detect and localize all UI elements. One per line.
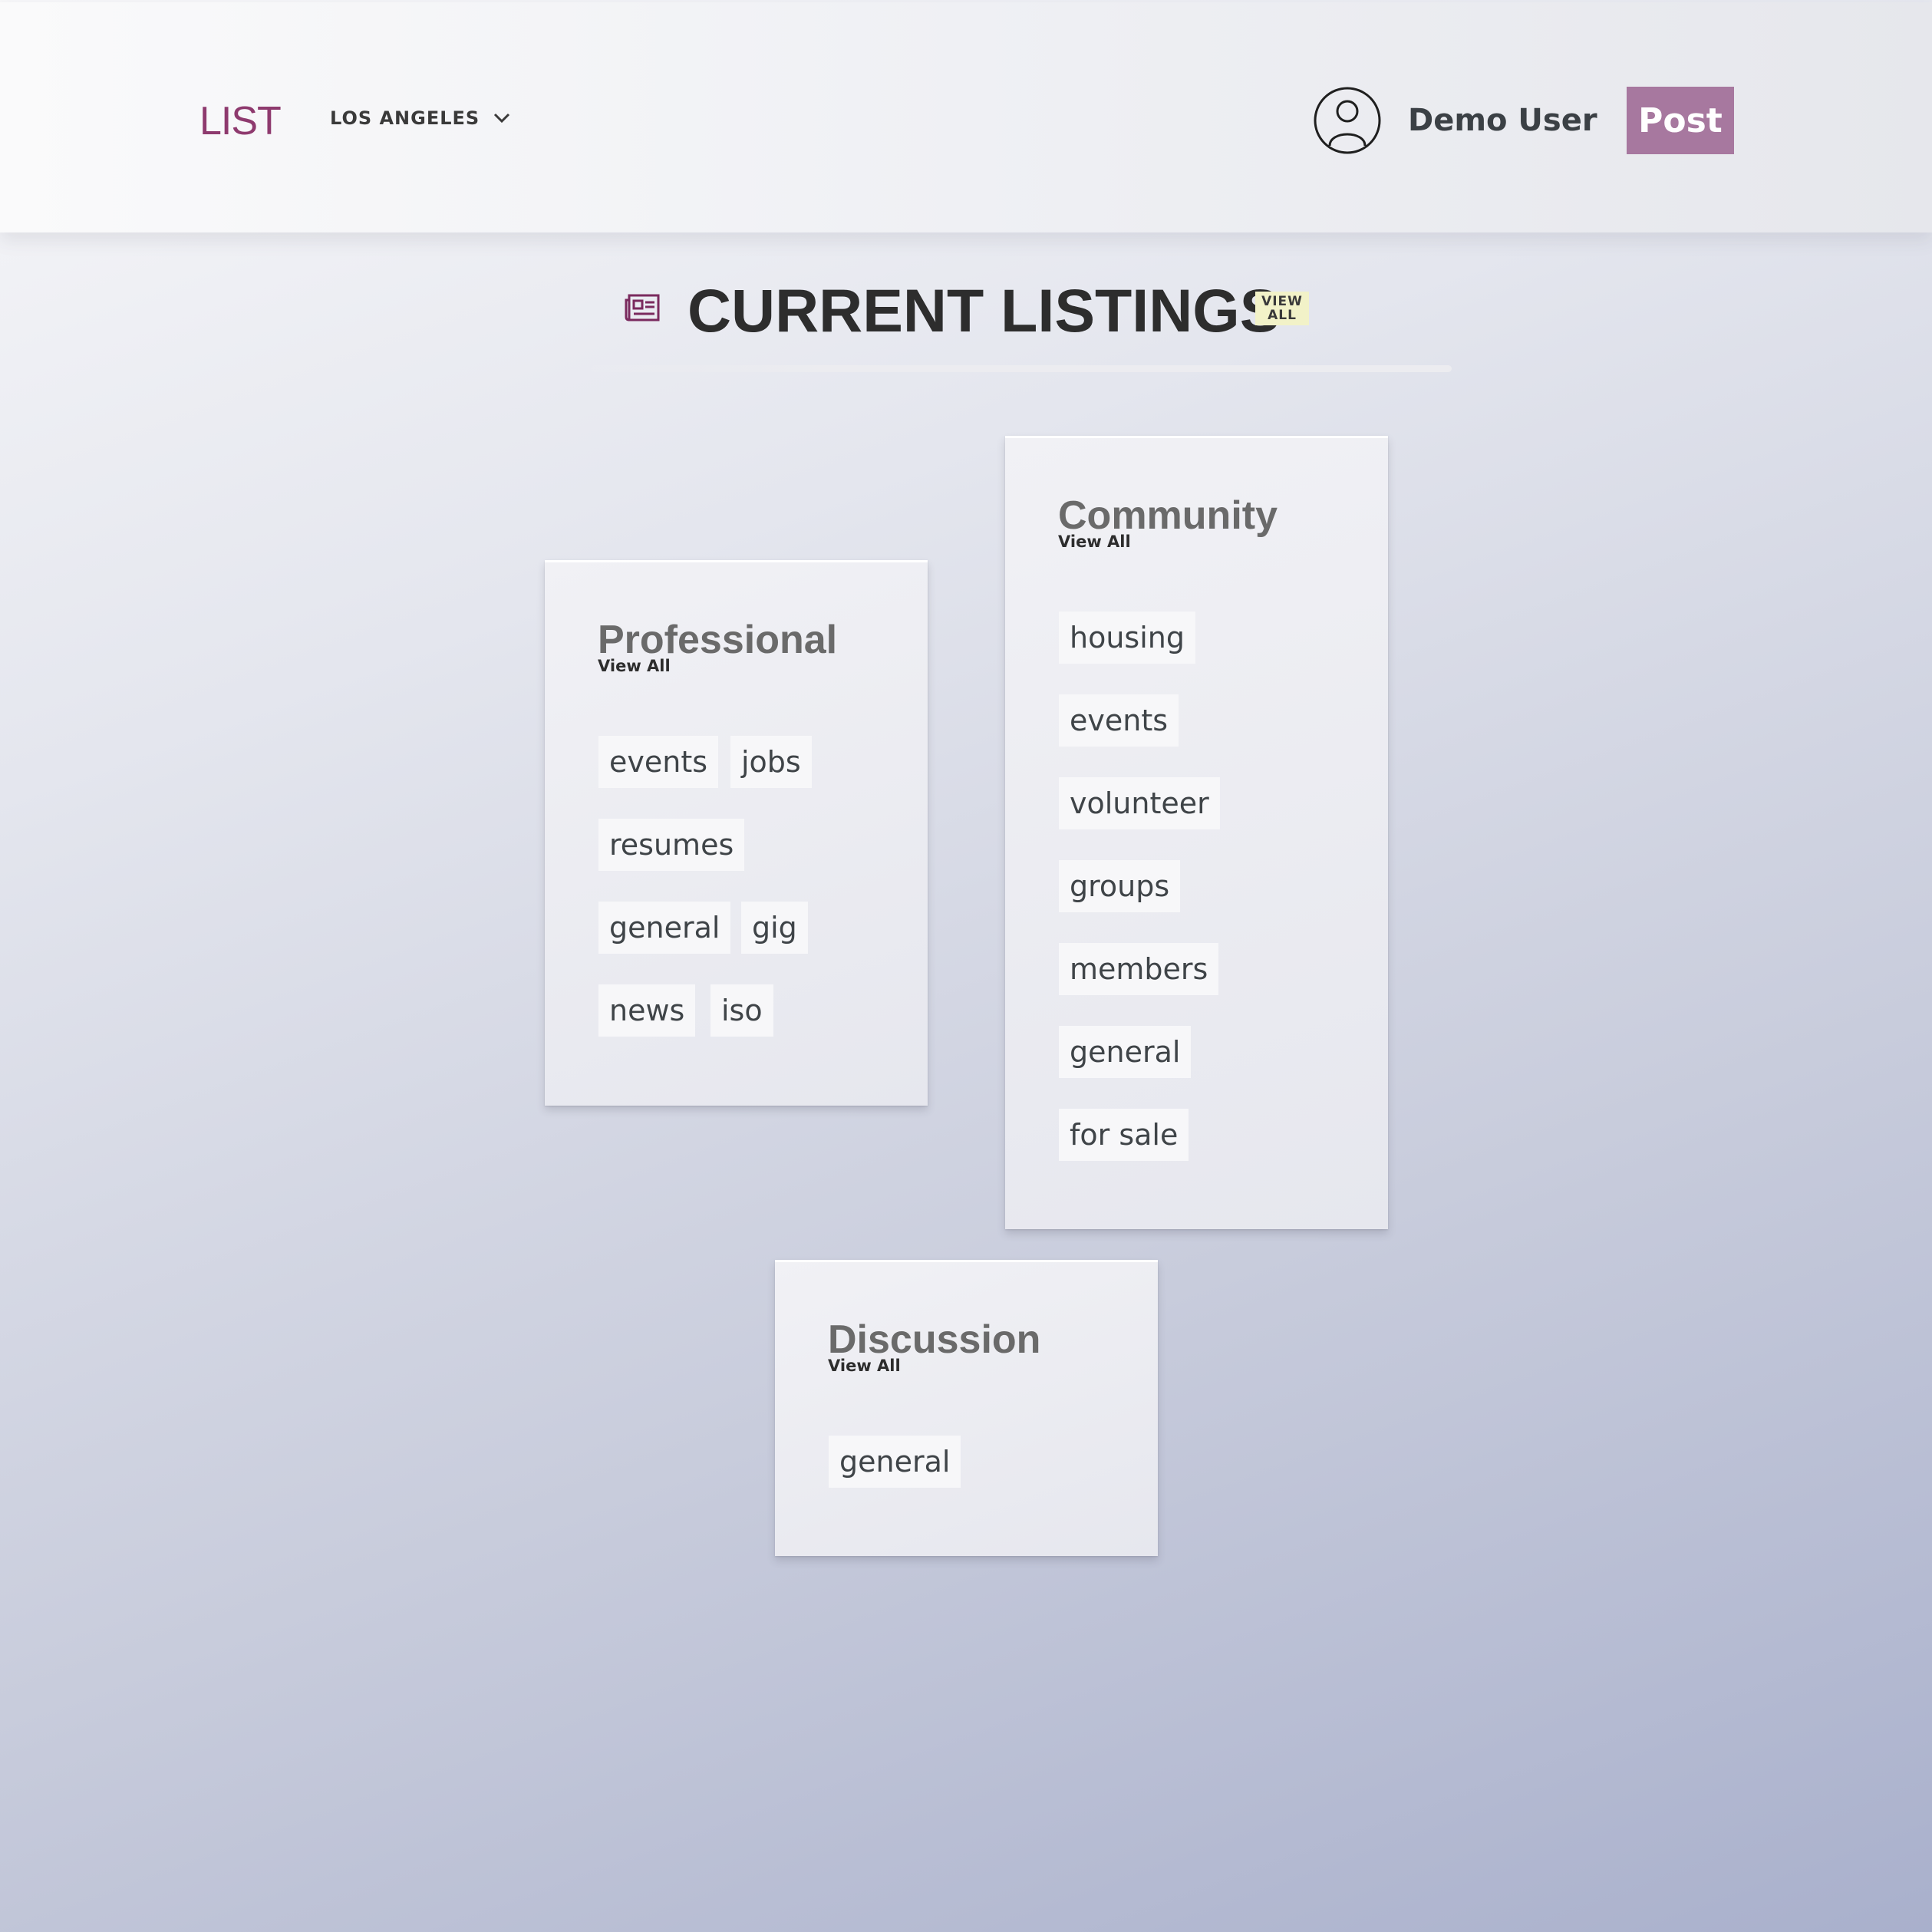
tag-general[interactable]: general <box>829 1436 961 1488</box>
tag-gig[interactable]: gig <box>741 902 808 954</box>
tag-groups[interactable]: groups <box>1059 860 1181 912</box>
tag-jobs[interactable]: jobs <box>730 736 812 788</box>
tag-general[interactable]: general <box>598 902 731 954</box>
user-name[interactable]: Demo User <box>1408 101 1597 140</box>
view-all-listings-button[interactable]: VIEW ALL <box>1255 292 1309 325</box>
tag-housing[interactable]: housing <box>1059 612 1195 664</box>
top-navbar: LIST LOS ANGELES Demo User Post <box>0 2 1932 232</box>
view-all-line2: ALL <box>1268 308 1297 323</box>
newspaper-icon <box>625 294 660 321</box>
tag-events[interactable]: events <box>598 736 719 788</box>
tag-for-sale[interactable]: for sale <box>1059 1109 1189 1161</box>
card-view-all-link[interactable]: View All <box>1058 532 1131 551</box>
card-title: Community <box>1058 493 1278 538</box>
site-logo[interactable]: LIST <box>199 98 282 144</box>
professional-card: Professional View All events jobs resume… <box>545 560 928 1106</box>
discussion-card: Discussion View All general <box>775 1260 1158 1556</box>
section-divider <box>591 365 1452 372</box>
tag-members[interactable]: members <box>1059 943 1219 995</box>
tag-volunteer[interactable]: volunteer <box>1059 777 1220 829</box>
location-label: LOS ANGELES <box>330 107 480 129</box>
tag-events[interactable]: events <box>1059 694 1179 747</box>
location-selector[interactable]: LOS ANGELES <box>330 107 510 129</box>
post-button[interactable]: Post <box>1627 87 1734 154</box>
community-card: Community View All housing events volunt… <box>1005 436 1388 1229</box>
tag-news[interactable]: news <box>598 984 696 1037</box>
view-all-line1: VIEW <box>1261 294 1303 309</box>
card-view-all-link[interactable]: View All <box>598 657 671 675</box>
tag-iso[interactable]: iso <box>710 984 773 1037</box>
page-title: CURRENT LISTINGS <box>687 276 1281 345</box>
card-view-all-link[interactable]: View All <box>828 1357 901 1375</box>
tag-resumes[interactable]: resumes <box>598 819 745 871</box>
chevron-down-icon <box>494 113 510 124</box>
card-title: Professional <box>598 618 838 662</box>
card-title: Discussion <box>828 1317 1041 1362</box>
user-avatar-icon[interactable] <box>1313 86 1382 155</box>
tag-general[interactable]: general <box>1059 1026 1192 1078</box>
